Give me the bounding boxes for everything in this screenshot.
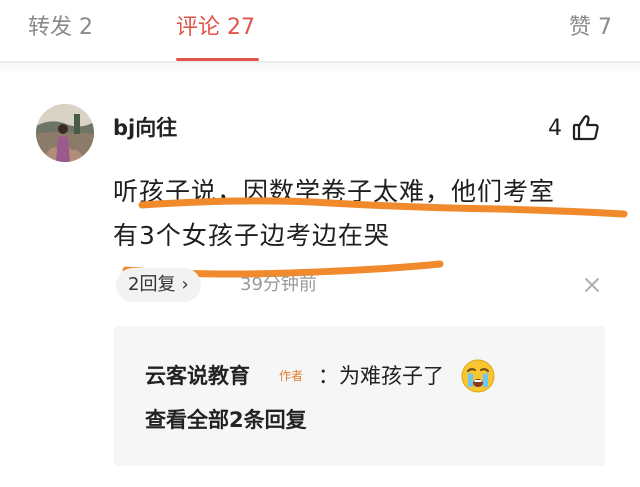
crying-face-icon <box>459 357 497 395</box>
chevron-right-icon: › <box>181 274 189 295</box>
reply-count-button[interactable]: 2回复 › <box>116 268 201 302</box>
comment-username[interactable]: bj向往 <box>113 114 177 142</box>
tab-like[interactable]: 赞 7 <box>569 14 612 42</box>
comment-text-line-1: 听孩子说，因数学卷子太难，他们考室 <box>113 177 556 206</box>
close-icon[interactable] <box>581 274 603 296</box>
avatar[interactable] <box>36 104 94 162</box>
comment-text-line-2: 有3个女孩子边考边在哭 <box>113 221 390 250</box>
comment-text: 听孩子说，因数学卷子太难，他们考室 有3个女孩子边考边在哭 <box>113 170 613 258</box>
reply-author[interactable]: 云客说教育 <box>145 362 250 390</box>
tab-comment[interactable]: 评论 27 <box>176 14 255 42</box>
header-shadow <box>0 63 640 73</box>
replies-box: 云客说教育 作者 ：为难孩子了 查看全部2条回复 <box>114 326 605 466</box>
reply-count-label: 2回复 <box>128 274 176 295</box>
tab-bar: 转发 2 评论 27 赞 7 <box>0 0 640 62</box>
thumbs-up-icon[interactable] <box>571 113 601 143</box>
like-count: 4 <box>548 116 562 141</box>
author-badge: 作者 <box>279 369 304 383</box>
reply-text: ：为难孩子了 <box>318 364 444 388</box>
comment-time: 39分钟前 <box>240 274 317 295</box>
tab-repost[interactable]: 转发 2 <box>28 14 93 42</box>
view-all-replies-link[interactable]: 查看全部2条回复 <box>145 406 307 434</box>
